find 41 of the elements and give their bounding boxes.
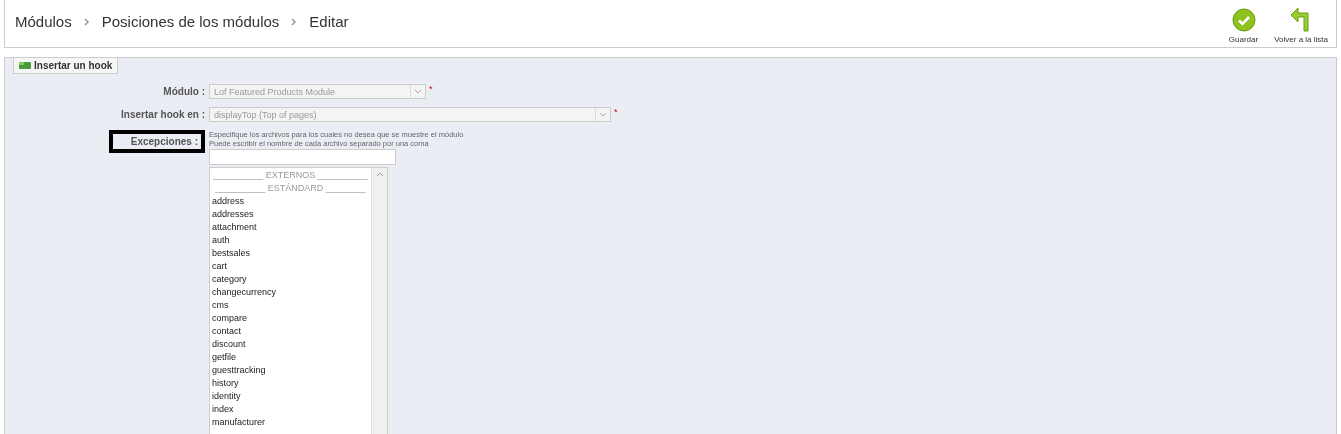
- list-option[interactable]: bestsales: [212, 247, 369, 260]
- list-option[interactable]: getfile: [212, 351, 369, 364]
- required-mark: *: [429, 84, 433, 94]
- list-box[interactable]: [209, 167, 388, 434]
- list-option[interactable]: attachment: [212, 221, 369, 234]
- list-option[interactable]: contact: [212, 325, 369, 338]
- list-option[interactable]: cart: [212, 260, 369, 273]
- scrollbar[interactable]: [371, 168, 387, 434]
- group-heading: __________ EXTERNOS __________: [212, 169, 369, 182]
- list-option[interactable]: address: [212, 195, 369, 208]
- chevron-icon: [291, 17, 298, 26]
- caret-icon: [414, 89, 422, 94]
- list-option[interactable]: history: [212, 377, 369, 390]
- field-label: Insertar hook en :: [121, 109, 205, 120]
- list-option[interactable]: discount: [212, 338, 369, 351]
- hook-icon: [19, 61, 31, 70]
- list-option[interactable]: compare: [212, 312, 369, 325]
- list-option[interactable]: auth: [212, 234, 369, 247]
- list-option[interactable]: cms: [212, 299, 369, 312]
- breadcrumb-item[interactable]: Posiciones de los módulos: [101, 13, 280, 30]
- checkmark-icon: [1231, 7, 1256, 32]
- breadcrumb-item: Editar: [309, 13, 349, 30]
- list-option[interactable]: manufacturer: [212, 416, 369, 429]
- field-label: Módulo :: [163, 86, 205, 97]
- legend-text: Insertar un hook: [34, 60, 113, 71]
- list-option[interactable]: guesttracking: [212, 364, 369, 377]
- required-mark: *: [614, 107, 618, 117]
- list-option[interactable]: addresses: [212, 208, 369, 221]
- breadcrumb-item[interactable]: Módulos: [15, 13, 72, 30]
- chevron-icon: [83, 17, 90, 26]
- save-button[interactable]: Guardar: [1228, 7, 1259, 44]
- scroll-up-icon: [375, 172, 384, 177]
- group-heading: __________ ESTÁNDARD ________: [214, 182, 367, 195]
- list-option[interactable]: index: [212, 403, 369, 416]
- back-button[interactable]: Volver a la lista: [1274, 7, 1328, 44]
- list-option[interactable]: identity: [212, 390, 369, 403]
- list-option[interactable]: category: [212, 273, 369, 286]
- input-field[interactable]: [209, 149, 396, 165]
- caret-icon: [599, 112, 607, 117]
- list-option[interactable]: changecurrency: [212, 286, 369, 299]
- field-label: Excepciones :: [108, 130, 205, 153]
